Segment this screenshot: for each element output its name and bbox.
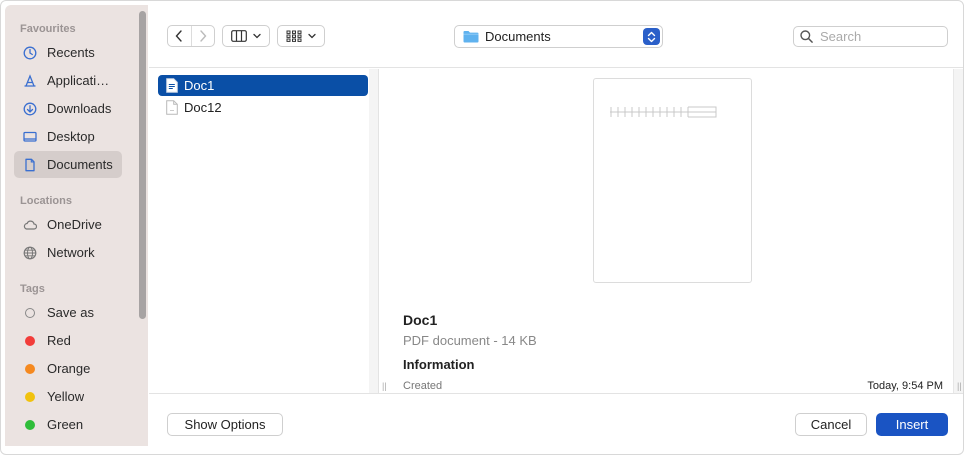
applications-icon (23, 73, 37, 88)
preview-resize-handle[interactable]: || (957, 381, 962, 391)
search-icon (800, 30, 813, 43)
sidebar-scrollbar[interactable] (139, 11, 146, 319)
sidebar-item-label: OneDrive (47, 217, 102, 232)
sidebar-item-label: Downloads (47, 101, 112, 116)
file-list-scrollbar[interactable] (369, 69, 378, 393)
file-list: Doc1 Doc12 (149, 69, 379, 393)
file-dialog: Favourites Recents Applicati… Downloads … (0, 0, 964, 455)
columns-icon (231, 30, 247, 42)
sidebar-tag-save-as[interactable]: Save as (14, 299, 122, 326)
sidebar-item-label: Documents (47, 157, 113, 172)
sidebar-item-label: Green (47, 417, 84, 432)
sidebar-item-label: Orange (47, 361, 91, 376)
column-resize-handle[interactable]: || (382, 381, 387, 391)
download-icon (23, 102, 37, 116)
sidebar-item-label: Recents (47, 45, 95, 60)
sidebar-item-desktop[interactable]: Desktop (14, 123, 122, 150)
search-field[interactable] (793, 26, 948, 47)
location-label: Documents (485, 29, 551, 44)
sidebar-item-downloads[interactable]: Downloads (14, 95, 122, 122)
sidebar-item-network[interactable]: Network (14, 239, 122, 266)
sidebar-tag-orange[interactable]: Orange (14, 355, 122, 382)
back-button[interactable] (168, 26, 191, 46)
location-popup[interactable]: Documents (454, 25, 663, 48)
chevron-left-icon (175, 30, 182, 42)
sidebar-item-label: Network (47, 245, 95, 260)
sidebar-item-label: Desktop (47, 129, 95, 144)
sidebar-item-label: Red (47, 333, 71, 348)
preview-file-kind: PDF document - 14 KB (403, 333, 537, 348)
search-input[interactable] (820, 29, 930, 44)
section-locations-header: Locations (20, 195, 72, 207)
globe-icon (23, 246, 37, 260)
sidebar-item-label: Applicati… (47, 73, 110, 88)
section-tags-header: Tags (20, 283, 45, 295)
column-view-button[interactable] (222, 25, 270, 47)
tag-empty-icon (23, 306, 37, 320)
forward-button[interactable] (190, 26, 215, 46)
created-value: Today, 9:54 PM (867, 380, 943, 392)
yellow-tag-icon (23, 390, 37, 404)
file-row-doc1[interactable]: Doc1 (158, 75, 368, 96)
chevron-down-icon (253, 33, 261, 39)
section-favourites-header: Favourites (20, 23, 76, 35)
popup-stepper-icon (643, 28, 660, 45)
file-name: Doc12 (184, 100, 222, 115)
toolbar: Documents (149, 5, 963, 68)
insert-button[interactable]: Insert (876, 413, 948, 436)
chevron-down-icon (308, 33, 316, 39)
red-tag-icon (23, 334, 37, 348)
folder-icon (463, 31, 479, 43)
file-name: Doc1 (184, 78, 215, 93)
document-thumbnail (593, 78, 752, 283)
sidebar-item-recents[interactable]: Recents (14, 39, 122, 66)
clock-icon (23, 46, 37, 60)
sidebar-tag-green[interactable]: Green (14, 411, 122, 438)
preview-pane: Doc1 PDF document - 14 KB Information Cr… (391, 69, 953, 393)
preview-info-heading: Information (403, 357, 475, 372)
sidebar-tag-yellow[interactable]: Yellow (14, 383, 122, 410)
bottom-bar: Show Options Cancel Insert (149, 393, 963, 446)
navigation-buttons (167, 25, 215, 47)
file-row-doc12[interactable]: Doc12 (158, 97, 368, 118)
document-file-icon (166, 100, 178, 115)
sidebar-item-label: Yellow (47, 389, 85, 404)
pdf-file-icon (166, 78, 178, 93)
preview-file-name: Doc1 (403, 312, 438, 328)
sidebar-item-label: Save as (47, 305, 94, 320)
orange-tag-icon (23, 362, 37, 376)
sidebar-item-documents[interactable]: Documents (14, 151, 122, 178)
grid-icon (286, 30, 302, 42)
created-label: Created (403, 380, 443, 392)
sidebar: Favourites Recents Applicati… Downloads … (5, 5, 148, 446)
document-icon (23, 158, 37, 172)
group-view-button[interactable] (277, 25, 325, 47)
chevron-right-icon (200, 30, 207, 42)
preview-scrollbar[interactable] (953, 69, 963, 393)
cancel-button[interactable]: Cancel (795, 413, 867, 436)
show-options-button[interactable]: Show Options (167, 413, 283, 436)
cloud-icon (23, 218, 37, 232)
green-tag-icon (23, 418, 37, 432)
sidebar-item-onedrive[interactable]: OneDrive (14, 211, 122, 238)
sidebar-item-applications[interactable]: Applicati… (14, 67, 122, 94)
desktop-icon (23, 130, 37, 144)
sidebar-tag-red[interactable]: Red (14, 327, 122, 354)
